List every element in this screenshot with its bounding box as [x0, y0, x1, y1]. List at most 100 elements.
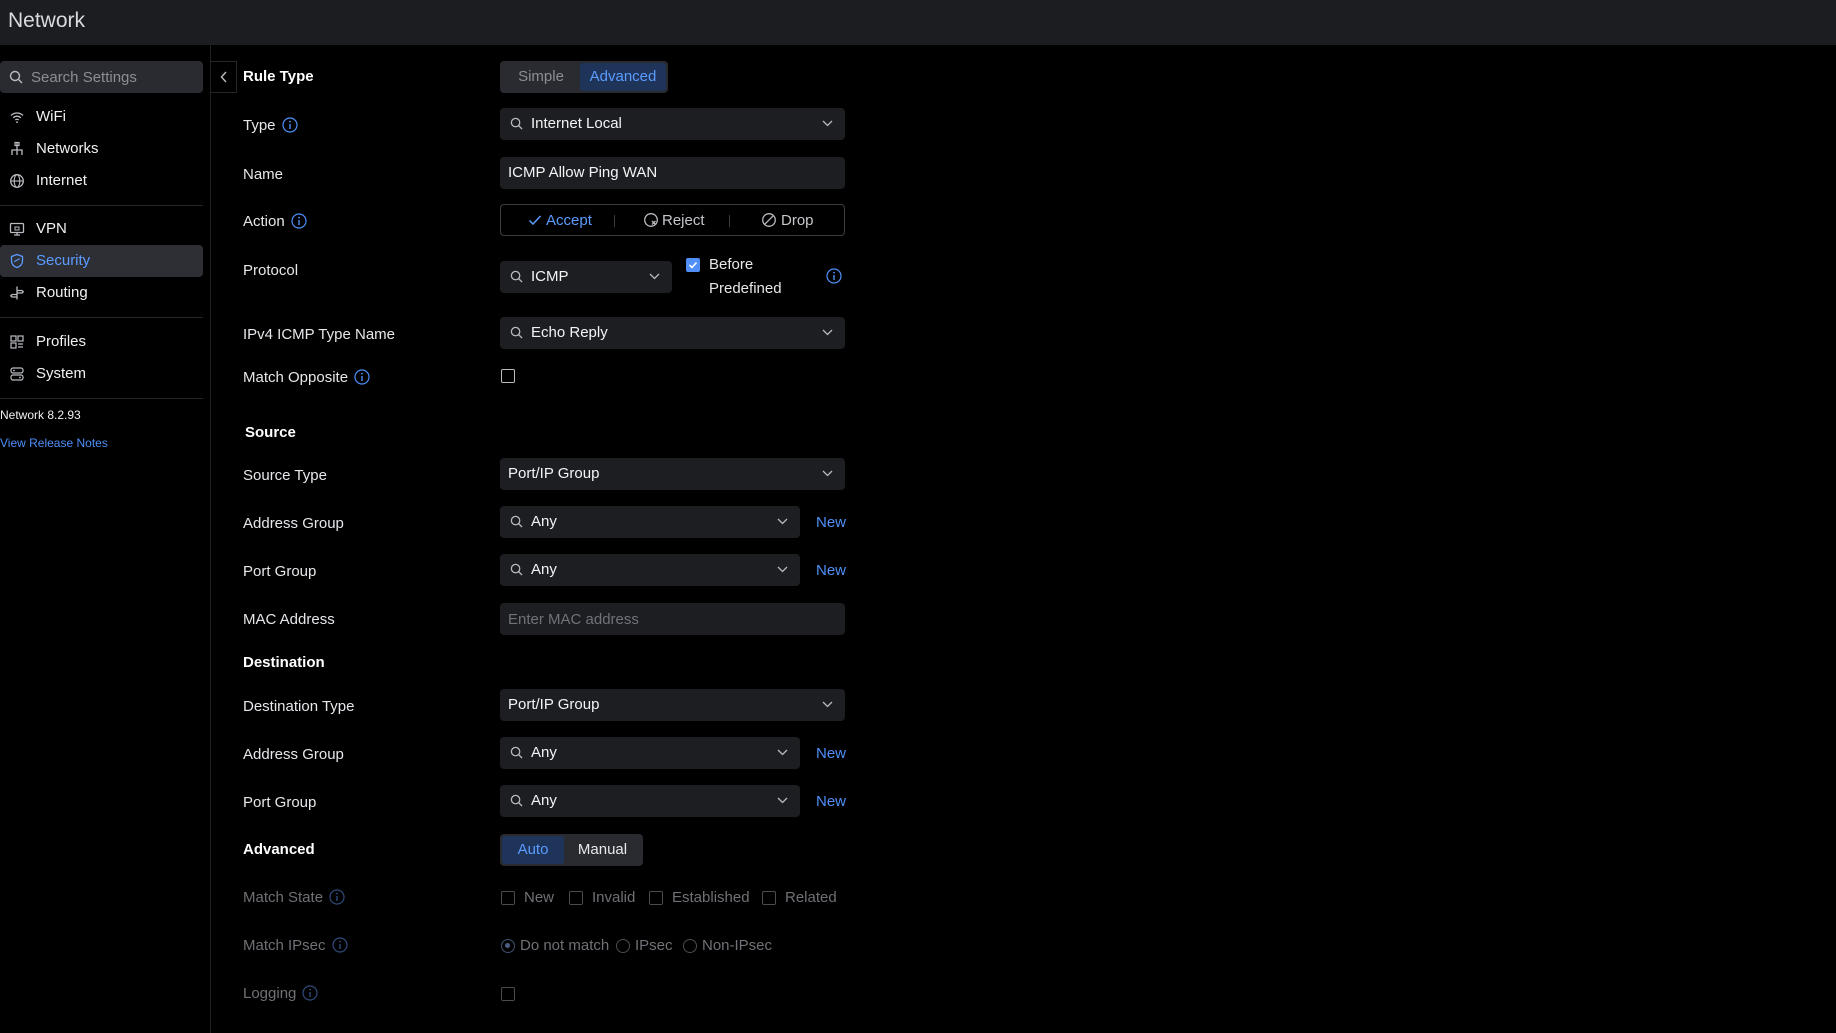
type-select[interactable]: Internet Local — [500, 108, 845, 140]
networks-icon — [11, 141, 23, 155]
app-title: Network — [8, 9, 86, 32]
before-predefined-label: Predefined — [709, 280, 782, 297]
info-icon[interactable] — [354, 369, 370, 385]
destination-port-group-select[interactable]: Any — [500, 785, 800, 817]
protocol-value: ICMP — [531, 268, 569, 285]
chevron-down-icon — [649, 273, 660, 280]
chevron-down-icon — [777, 749, 788, 756]
chevron-down-icon — [822, 701, 833, 708]
match-opposite-text: Match Opposite — [243, 369, 349, 386]
search-icon — [9, 70, 23, 84]
icmp-type-select[interactable]: Echo Reply — [500, 317, 845, 349]
destination-type-label: Destination Type — [243, 698, 355, 715]
match-state-label: Match State — [243, 889, 345, 906]
mac-address-input[interactable] — [508, 603, 838, 635]
info-icon[interactable] — [281, 117, 298, 133]
drop-label: Drop — [781, 212, 814, 229]
sidebar-item-system[interactable]: System — [0, 358, 203, 390]
match-opposite-label: Match Opposite — [243, 369, 370, 386]
release-notes-link[interactable]: View Release Notes — [0, 436, 108, 450]
rule-type-advanced[interactable]: Advanced — [580, 63, 666, 91]
accept-label: Accept — [546, 212, 592, 229]
destination-type-value: Port/IP Group — [508, 696, 600, 713]
action-label-text: Action — [243, 213, 285, 230]
vpn-icon — [9, 222, 25, 236]
source-type-select[interactable]: Port/IP Group — [500, 458, 845, 490]
source-address-group-select[interactable]: Any — [500, 506, 800, 538]
rule-type-simple[interactable]: Simple — [502, 63, 580, 91]
sidebar-item-networks[interactable]: Networks — [0, 133, 203, 165]
sidebar-item-label: Internet — [36, 172, 87, 189]
match-state-new-checkbox[interactable] — [501, 891, 515, 905]
chevron-down-icon — [822, 120, 833, 127]
sidebar-item-internet[interactable]: Internet — [0, 165, 203, 197]
type-label-text: Type — [243, 117, 276, 134]
destination-type-select[interactable]: Port/IP Group — [500, 689, 845, 721]
sidebar-item-wifi[interactable]: WiFi — [0, 101, 203, 133]
action-drop-button[interactable]: Drop — [761, 212, 814, 229]
info-icon[interactable] — [291, 213, 307, 229]
routing-icon — [9, 286, 25, 300]
reject-label: Reject — [662, 212, 705, 229]
destination-address-group-select[interactable]: Any — [500, 737, 800, 769]
match-state-invalid-checkbox[interactable] — [569, 891, 583, 905]
search-input[interactable] — [31, 61, 199, 93]
search-icon — [510, 563, 523, 576]
sidebar-item-routing[interactable]: Routing — [0, 277, 203, 309]
icmp-type-value: Echo Reply — [531, 324, 608, 341]
advanced-auto-option[interactable]: Auto — [502, 836, 564, 864]
check-icon — [528, 215, 542, 226]
name-field[interactable]: ICMP Allow Ping WAN — [500, 157, 845, 189]
action-label: Action — [243, 213, 307, 230]
sidebar-divider — [0, 205, 203, 206]
chevron-down-icon — [822, 470, 833, 477]
search-settings[interactable] — [0, 61, 203, 93]
match-ipsec-ipsec-label: IPsec — [635, 937, 673, 954]
source-port-group-select[interactable]: Any — [500, 554, 800, 586]
logging-checkbox[interactable] — [501, 987, 515, 1001]
chevron-left-icon — [220, 71, 227, 83]
protocol-select[interactable]: ICMP — [500, 261, 672, 293]
info-icon[interactable] — [826, 268, 842, 284]
name-value[interactable]: ICMP Allow Ping WAN — [508, 164, 657, 181]
source-address-group-new-link[interactable]: New — [816, 514, 846, 531]
match-opposite-checkbox[interactable] — [501, 369, 515, 383]
logging-label: Logging — [243, 985, 318, 1002]
match-ipsec-label: Match IPsec — [243, 937, 348, 954]
sidebar-item-vpn[interactable]: VPN — [0, 213, 203, 245]
sidebar-item-label: Networks — [36, 140, 99, 157]
match-ipsec-non-ipsec-radio[interactable] — [683, 939, 697, 953]
sidebar-item-security[interactable]: Security — [0, 245, 203, 277]
collapse-sidebar-button[interactable] — [211, 61, 237, 93]
match-state-related-checkbox[interactable] — [762, 891, 776, 905]
sidebar-divider — [0, 317, 203, 318]
action-reject-button[interactable]: Reject — [643, 212, 705, 229]
destination-port-group-label: Port Group — [243, 794, 317, 811]
sidebar: WiFi Networks Internet VPN Security Rout… — [0, 45, 211, 1033]
source-port-group-new-link[interactable]: New — [816, 562, 846, 579]
match-state-text: Match State — [243, 889, 324, 906]
sidebar-item-label: WiFi — [36, 108, 66, 125]
sidebar-item-label: Security — [36, 252, 91, 269]
match-ipsec-non-ipsec-label: Non-IPsec — [702, 937, 773, 954]
match-state-established-checkbox[interactable] — [649, 891, 663, 905]
match-ipsec-ipsec-radio[interactable] — [616, 939, 630, 953]
action-accept-button[interactable]: Accept — [528, 212, 592, 229]
source-address-group-value: Any — [531, 513, 557, 530]
source-port-group-value: Any — [531, 561, 557, 578]
before-predefined-checkbox[interactable] — [686, 258, 700, 272]
protocol-label: Protocol — [243, 262, 299, 279]
sidebar-item-label: Routing — [36, 284, 88, 301]
mac-address-field[interactable] — [500, 603, 845, 635]
destination-port-group-new-link[interactable]: New — [816, 793, 846, 810]
match-ipsec-do-not-match-radio[interactable] — [501, 939, 515, 953]
advanced-heading: Advanced — [243, 841, 315, 858]
shield-icon — [10, 253, 24, 269]
sidebar-item-profiles[interactable]: Profiles — [0, 326, 203, 358]
advanced-manual-option[interactable]: Manual — [564, 836, 641, 864]
source-address-group-label: Address Group — [243, 515, 344, 532]
destination-address-group-new-link[interactable]: New — [816, 745, 846, 762]
chevron-down-icon — [777, 797, 788, 804]
search-icon — [510, 326, 523, 339]
destination-heading: Destination — [243, 654, 325, 671]
